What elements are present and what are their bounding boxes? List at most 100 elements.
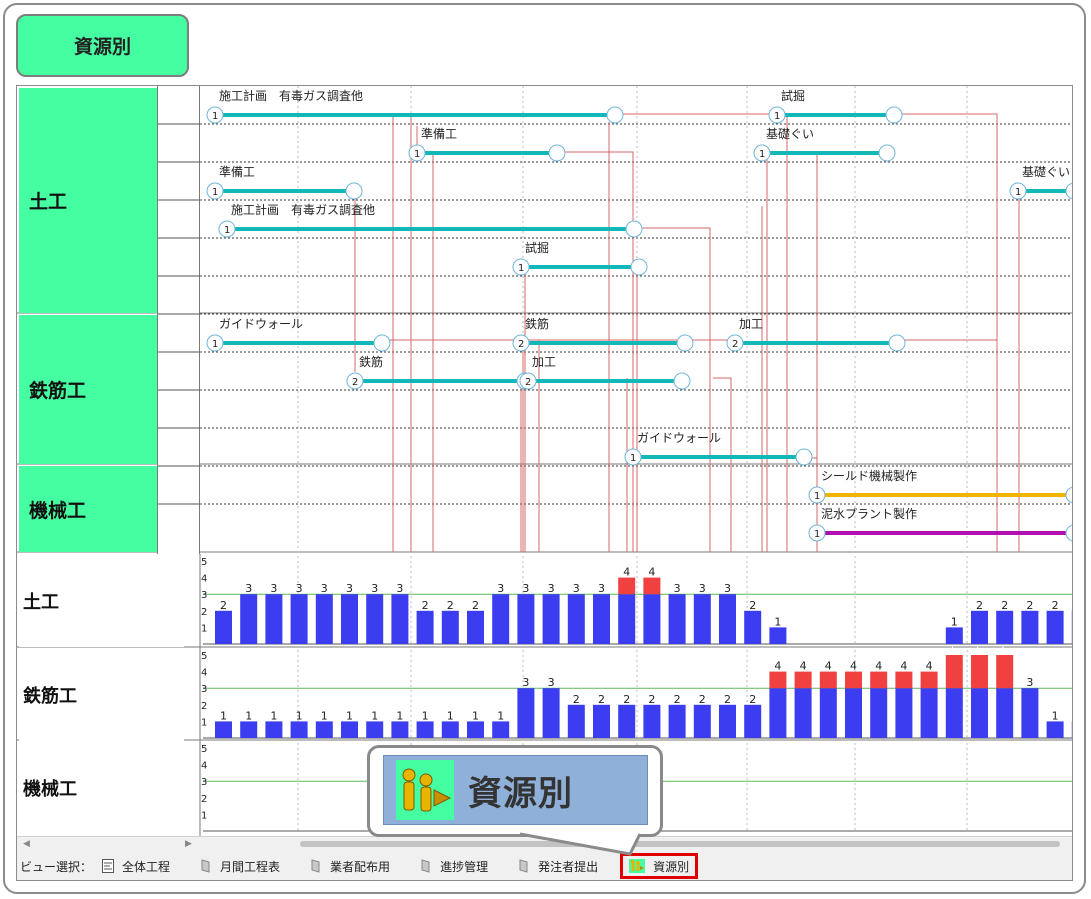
histogram-value-label: 1 [472, 709, 479, 722]
gantt-end-node[interactable] [625, 220, 643, 238]
histogram-value-label: 3 [296, 582, 303, 595]
histogram-bar-normal [996, 610, 1014, 644]
gantt-end-node[interactable] [345, 182, 363, 200]
histogram-bar: 4 [870, 660, 888, 738]
gantt-end-node[interactable] [676, 334, 694, 352]
histogram-value-label: 3 [548, 676, 555, 689]
gantt-bar-g8[interactable]: 1試掘 [512, 240, 648, 276]
gantt-end-node[interactable] [885, 106, 903, 124]
histogram-bar-normal [366, 721, 384, 738]
histogram-bar-normal [971, 610, 988, 644]
gantt-bar-g6[interactable]: 1基礎ぐい [1009, 165, 1073, 200]
gantt-end-node[interactable] [673, 372, 691, 390]
gantt-node-number: 1 [414, 149, 420, 160]
callout-button-preview: 資源別 [383, 755, 648, 825]
histogram-bar: 1 [290, 709, 308, 738]
histogram-bar-normal [668, 594, 686, 644]
histogram-bar-normal [719, 704, 736, 738]
gantt-end-node[interactable] [630, 258, 648, 276]
resource-people-icon [396, 760, 454, 820]
histogram-bar-normal [366, 594, 384, 644]
histogram-value-label: 3 [346, 582, 353, 595]
histogram-bar-normal [1046, 610, 1064, 644]
histogram-label-kikai: 機械工 [19, 742, 184, 834]
histogram-tick-label: 4 [201, 668, 207, 679]
histogram-bar: 3 [517, 582, 535, 644]
histogram-bar-normal [1071, 610, 1072, 644]
histogram-bar-over [845, 671, 862, 689]
histogram-bar: 1 [416, 709, 434, 738]
histogram-bar-over [618, 577, 636, 595]
gantt-end-node[interactable] [606, 106, 624, 124]
gantt-end-node[interactable] [548, 144, 566, 162]
view-tab-label: 全体工程 [122, 859, 171, 874]
view-tab-monthly[interactable]: 月間工程表 [200, 855, 280, 877]
gantt-end-node[interactable] [888, 334, 906, 352]
view-tab-overall[interactable]: 全体工程 [102, 855, 170, 877]
histogram-value-label: 3 [321, 582, 328, 595]
histogram-bar: 2 [467, 599, 484, 644]
gantt-end-node[interactable] [1065, 182, 1073, 200]
histogram-value-label: 2 [472, 599, 479, 612]
histogram-bar-normal [870, 688, 888, 738]
histogram-bar-normal [769, 627, 787, 644]
histogram-bar-over [996, 655, 1014, 689]
histogram-bar: 1 [441, 709, 459, 738]
histogram-tick-label: 2 [201, 794, 207, 805]
gantt-bar-g4[interactable]: 1基礎ぐい [753, 127, 896, 162]
gantt-bar-g7[interactable]: 1施工計画 有毒ガス調査他 [218, 202, 643, 238]
gantt-bar-g2[interactable]: 1試掘 [768, 88, 903, 124]
histogram-value-label: 3 [598, 582, 605, 595]
histogram-bar: 4 [920, 660, 938, 738]
histogram-tick-label: 1 [201, 717, 207, 728]
gantt-end-node[interactable] [878, 144, 896, 162]
gantt-end-node[interactable] [1065, 486, 1073, 504]
histogram-bar-normal [517, 594, 535, 644]
page-title: 資源別 [16, 14, 189, 77]
gantt-end-node[interactable] [795, 448, 813, 466]
gantt-bar-g14[interactable]: 1ガイドウォール [624, 431, 813, 466]
histogram-value-label: 3 [497, 582, 504, 595]
view-tab-distribution[interactable]: 業者配布用 [310, 855, 390, 877]
histogram-bar: 3 [668, 582, 686, 644]
gantt-bar-g9[interactable]: 1ガイドウォール [206, 317, 391, 352]
histogram-bar-normal [945, 627, 963, 644]
gantt-bar-label: 試掘 [525, 240, 549, 255]
gantt-bar-g1[interactable]: 1施工計画 有毒ガス調査他 [206, 88, 624, 124]
histogram-value-label: 1 [296, 709, 303, 722]
histogram-value-label: 1 [321, 709, 328, 722]
gantt-bar-g16[interactable]: 1泥水プラント製作 [808, 507, 1073, 542]
gantt-bar-label: 泥水プラント製作 [821, 507, 917, 521]
histogram-value-label: 4 [875, 660, 882, 673]
histogram-bar-normal [819, 688, 837, 738]
scroll-right-icon[interactable]: ▶ [185, 837, 192, 851]
histogram-value-label: 4 [800, 660, 807, 673]
gantt-bar-g15[interactable]: 1シールド機械製作 [808, 468, 1073, 504]
histogram-bar: 3 [265, 582, 283, 644]
histogram-bar-normal [315, 594, 333, 644]
histogram-value-label: 3 [573, 582, 580, 595]
histogram-bar-normal [567, 594, 585, 644]
gantt-bar-g3[interactable]: 1準備工 [408, 126, 566, 162]
resource-label-doko: 土工 [19, 88, 157, 313]
histogram-bar: 1 [265, 709, 283, 738]
gantt-bar-label: シールド機械製作 [821, 468, 917, 483]
gantt-end-node[interactable] [1065, 524, 1073, 542]
gantt-bar-g11[interactable]: 2加工 [726, 317, 906, 352]
scroll-thumb[interactable] [300, 841, 1060, 847]
gantt-bar-g10[interactable]: 2鉄筋 [346, 354, 534, 390]
histogram-value-label: 1 [497, 709, 504, 722]
document-icon [201, 859, 210, 873]
histogram-bar-normal [744, 704, 762, 738]
gantt-bar-g12[interactable]: 2鉄筋 [512, 316, 694, 352]
histogram-tick-label: 4 [201, 574, 207, 585]
view-tab-progress[interactable]: 進捗管理 [420, 855, 488, 877]
gantt-end-node[interactable] [373, 334, 391, 352]
gantt-node-number: 1 [774, 111, 780, 122]
gantt-bar-g5[interactable]: 1準備工 [206, 164, 363, 200]
gantt-bar-g13[interactable]: 2加工 [519, 355, 691, 390]
scroll-left-icon[interactable]: ◀ [23, 837, 30, 851]
histogram-value-label: 2 [749, 599, 756, 612]
histogram-bar-over [794, 671, 812, 689]
histogram-bar-normal [492, 721, 510, 738]
